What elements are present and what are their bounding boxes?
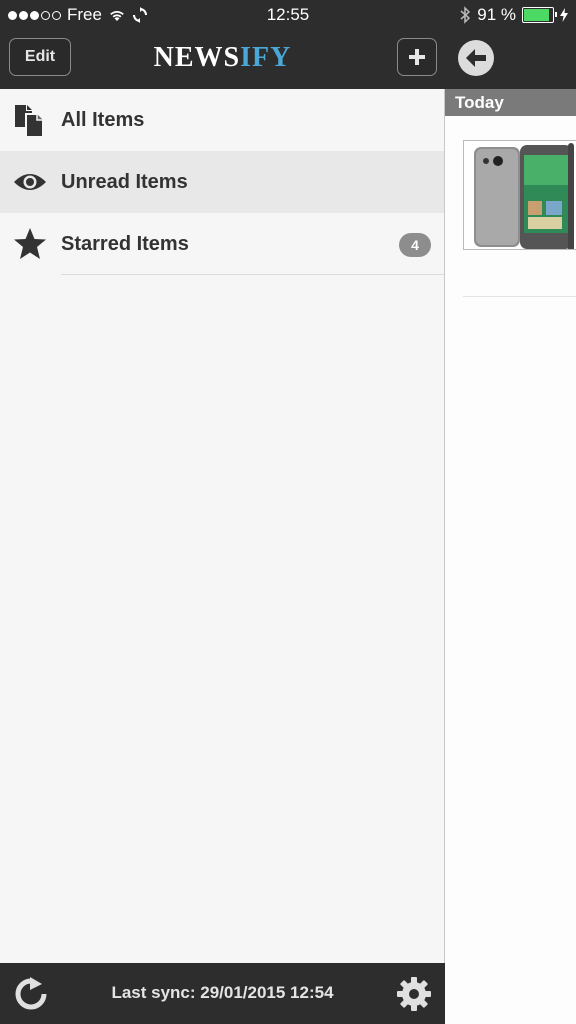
battery-icon [522, 7, 557, 23]
eye-icon [14, 174, 46, 190]
menu-item-all[interactable]: All Items [0, 89, 445, 151]
divider [61, 274, 445, 275]
menu-item-label: Starred Items [61, 232, 189, 255]
section-header-today: Today [445, 89, 576, 116]
status-bar: Free 12:55 91 % [0, 0, 576, 30]
detail-header [445, 30, 576, 89]
app-logo: NEWSIFY [0, 42, 445, 74]
gear-icon[interactable] [396, 976, 432, 1012]
charging-icon [560, 8, 568, 22]
back-button[interactable] [458, 40, 494, 76]
phone-image [474, 143, 574, 249]
article-thumbnail[interactable] [463, 140, 576, 250]
menu-item-label: All Items [61, 108, 145, 131]
status-right: 91 % [459, 5, 568, 25]
back-arrow-icon [466, 49, 486, 67]
divider [463, 296, 576, 297]
menu-item-starred[interactable]: Starred Items 4 [0, 213, 445, 275]
battery-level [524, 9, 550, 21]
plus-icon [409, 49, 425, 65]
article-list-panel: Today [445, 89, 576, 1024]
filter-menu: All Items Unread Items Starred Items 4 [0, 89, 445, 275]
starred-count-badge: 4 [399, 233, 431, 257]
star-icon [14, 228, 46, 259]
bottom-toolbar: Last sync: 29/01/2015 12:54 [0, 963, 445, 1024]
menu-item-label: Unread Items [61, 170, 188, 193]
add-feed-button[interactable] [397, 38, 437, 76]
menu-item-unread[interactable]: Unread Items [0, 151, 445, 213]
bluetooth-icon [460, 6, 471, 24]
logo-text-ify: IFY [240, 42, 292, 73]
last-sync-label: Last sync: 29/01/2015 12:54 [111, 983, 334, 1002]
logo-text-news: NEWS [153, 42, 241, 73]
nav-bar: Edit NEWSIFY [0, 30, 445, 89]
refresh-icon[interactable] [14, 977, 48, 1011]
documents-icon [15, 105, 44, 137]
battery-percent: 91 % [477, 5, 516, 24]
